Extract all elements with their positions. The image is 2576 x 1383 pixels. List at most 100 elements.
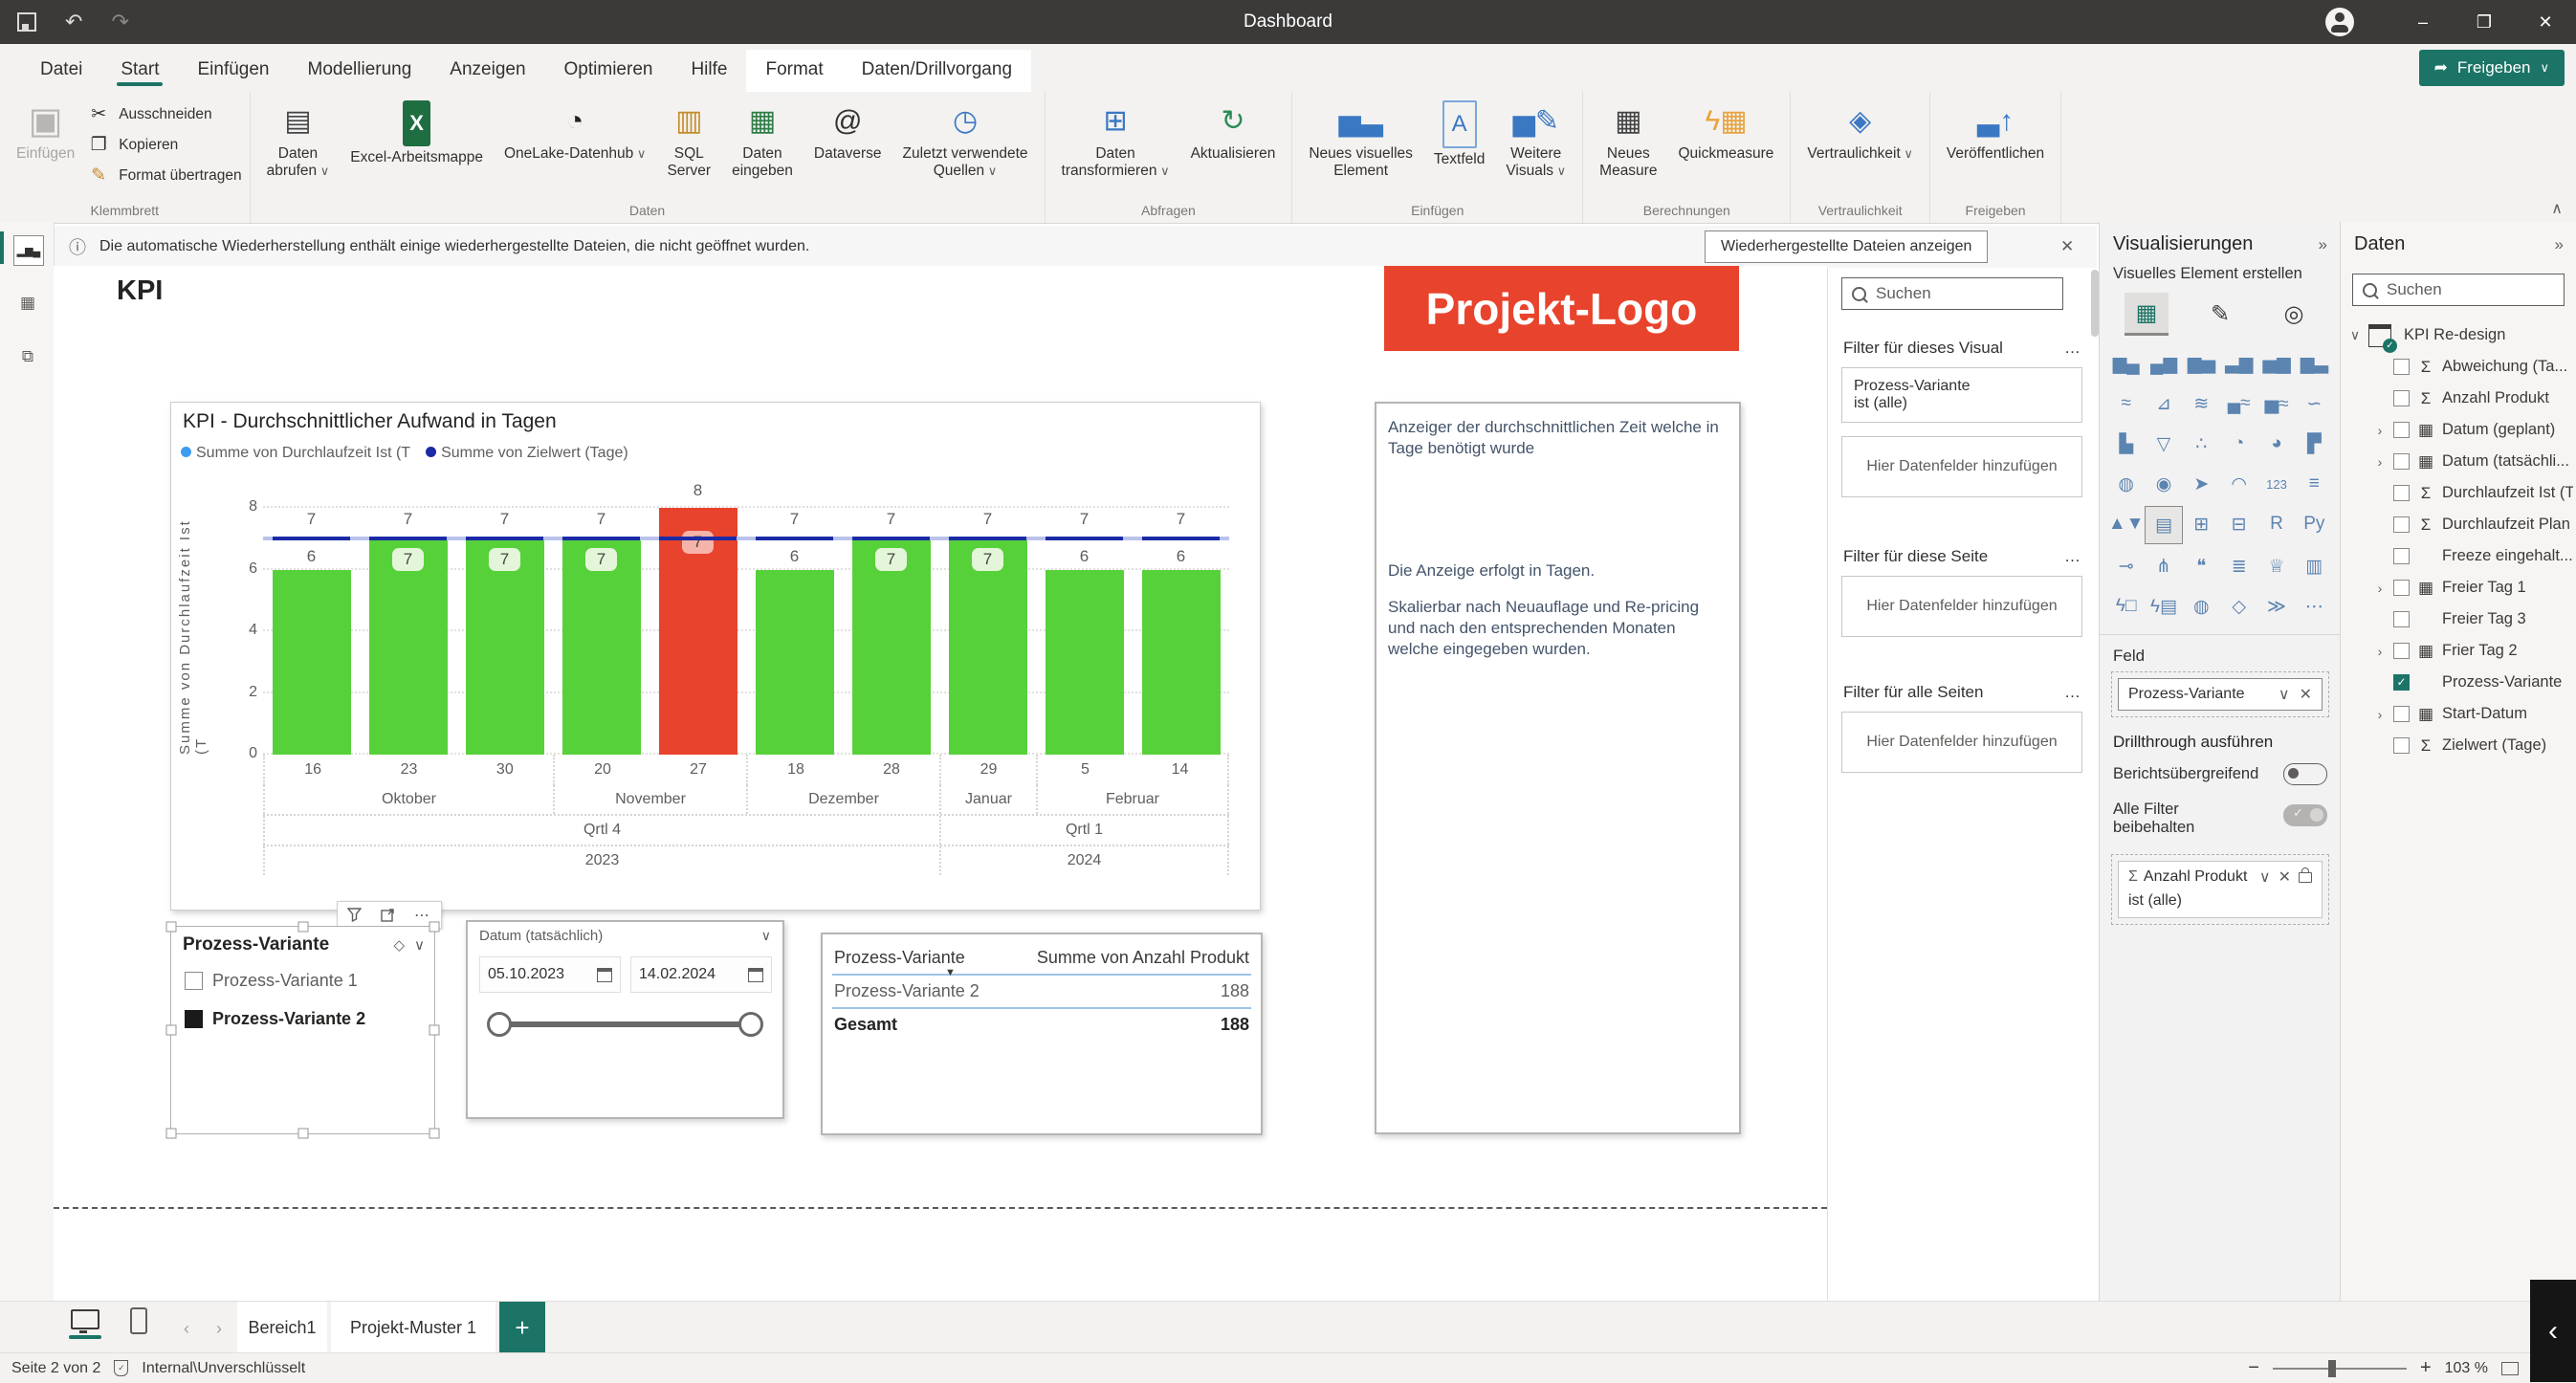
donut-chart-icon[interactable]: ◕ xyxy=(2257,426,2295,462)
canvas-scrollbar[interactable] xyxy=(2091,270,2099,337)
page-tab-projekt-muster-1[interactable]: Projekt-Muster 1 xyxy=(331,1302,495,1358)
collapsed-panel-corner[interactable]: ‹ xyxy=(2530,1280,2576,1382)
gauge-icon[interactable]: ◠ xyxy=(2220,466,2257,502)
chevron-right-icon[interactable]: › xyxy=(2373,644,2387,659)
keep-all-filters-toggle[interactable]: ✓ xyxy=(2283,804,2327,826)
build-visual-tab[interactable]: ▦ xyxy=(2125,293,2169,336)
data-view-icon[interactable]: ▦ xyxy=(13,289,42,318)
end-date-input[interactable]: 14.02.2024 xyxy=(630,956,772,993)
share-button[interactable]: ➦ Freigeben ∨ xyxy=(2419,50,2565,86)
field-checkbox[interactable] xyxy=(2393,422,2410,438)
pie-chart-icon[interactable]: ◔ xyxy=(2220,426,2257,462)
data-field-row[interactable]: ›▦Frier Tag 2 xyxy=(2348,635,2573,667)
enter-data-button[interactable]: ▦Dateneingeben xyxy=(723,98,802,184)
add-data-fields-dropzone[interactable]: Hier Datenfelder hinzufügen xyxy=(1841,436,2082,497)
restore-button[interactable]: ❐ xyxy=(2454,0,2515,44)
data-field-row[interactable]: ›▦Datum (geplant) xyxy=(2348,414,2573,446)
r-script-icon[interactable]: R xyxy=(2257,506,2295,542)
area-chart-icon[interactable]: ⊿ xyxy=(2145,385,2182,422)
new-page-button[interactable]: + xyxy=(499,1302,545,1353)
smart-narrative-icon[interactable]: ≣ xyxy=(2220,548,2257,584)
checkbox[interactable] xyxy=(185,972,203,990)
table-header[interactable]: Summe von Anzahl Produkt xyxy=(1037,948,1249,968)
fit-to-page-icon[interactable] xyxy=(2501,1362,2519,1375)
dataverse-button[interactable]: @Dataverse xyxy=(805,98,891,165)
arcgis-map-icon[interactable]: ◍ xyxy=(2183,588,2220,625)
format-visual-tab[interactable]: ✎ xyxy=(2198,295,2242,335)
recent-sources-button[interactable]: ◷Zuletzt verwendeteQuellen ∨ xyxy=(894,98,1037,184)
qa-visual-icon[interactable]: ❝ xyxy=(2183,548,2220,584)
range-start-handle[interactable] xyxy=(487,1012,512,1037)
add-data-fields-dropzone[interactable]: Hier Datenfelder hinzufügen xyxy=(1841,712,2082,773)
chevron-down-icon[interactable]: ∨ xyxy=(414,936,425,954)
mobile-layout-button[interactable] xyxy=(130,1307,147,1334)
field-checkbox[interactable] xyxy=(2393,706,2410,722)
selection-handle[interactable] xyxy=(166,922,177,933)
checkbox[interactable] xyxy=(185,1010,203,1028)
new-slicer-icon[interactable]: ϟ▤ xyxy=(2145,588,2182,625)
selection-handle[interactable] xyxy=(297,1129,308,1139)
chevron-right-icon[interactable]: › xyxy=(2373,581,2387,596)
dismiss-notification-icon[interactable]: ✕ xyxy=(2060,237,2074,256)
decomposition-tree-icon[interactable]: ⋔ xyxy=(2145,548,2182,584)
refresh-button[interactable]: ↻Aktualisieren xyxy=(1182,98,1285,165)
datum-slicer-visual[interactable]: Datum (tatsächlich) ∨ 05.10.2023 14.02.2… xyxy=(466,920,784,1119)
field-checkbox[interactable] xyxy=(2393,611,2410,627)
chevron-right-icon[interactable]: › xyxy=(2373,423,2387,438)
zoom-slider[interactable] xyxy=(2273,1368,2407,1370)
hundred-stacked-column-icon[interactable]: ▅▆ xyxy=(2257,345,2295,382)
menu-tab-anzeigen[interactable]: Anzeigen xyxy=(430,50,544,92)
add-data-fields-dropzone[interactable]: Hier Datenfelder hinzufügen xyxy=(1841,576,2082,637)
clustered-column-chart-icon[interactable]: ▃▆ xyxy=(2220,345,2257,382)
menu-tab-format[interactable]: Format xyxy=(746,50,842,92)
menu-tab-daten-drillvorgang[interactable]: Daten/Drillvorgang xyxy=(843,50,1031,92)
selection-handle[interactable] xyxy=(166,1025,177,1036)
menu-tab-einf-gen[interactable]: Einfügen xyxy=(178,50,288,92)
numeric-range-slicer-icon[interactable]: ⊸ xyxy=(2107,548,2145,584)
report-view-icon[interactable]: ▂▆▄ xyxy=(13,235,44,266)
field-checkbox[interactable] xyxy=(2393,390,2410,406)
chevron-down-icon[interactable]: ∨ xyxy=(2348,327,2362,343)
filter-card[interactable]: Prozess-Varianteist (alle) xyxy=(1841,367,2082,423)
stacked-area-chart-icon[interactable]: ≋ xyxy=(2183,385,2220,422)
selection-handle[interactable] xyxy=(429,922,440,933)
focus-mode-icon[interactable] xyxy=(381,908,395,922)
filled-map-icon[interactable]: ◉ xyxy=(2145,466,2182,502)
chart-bar[interactable] xyxy=(273,570,351,756)
data-field-row[interactable]: ΣDurchlaufzeit Plan xyxy=(2348,509,2573,540)
collapse-pane-icon[interactable]: » xyxy=(2555,235,2564,254)
metrics-icon[interactable]: ♕ xyxy=(2257,548,2295,584)
data-field-row[interactable]: ΣZielwert (Tage) xyxy=(2348,730,2573,761)
start-date-input[interactable]: 05.10.2023 xyxy=(479,956,621,993)
new-measure-button[interactable]: ▦NeuesMeasure xyxy=(1591,98,1665,184)
matrix-icon[interactable]: ⊟ xyxy=(2220,506,2257,542)
filter-icon[interactable] xyxy=(347,908,362,922)
menu-tab-hilfe[interactable]: Hilfe xyxy=(672,50,746,92)
next-page-icon[interactable]: › xyxy=(216,1319,222,1339)
azure-map-icon[interactable]: ➤ xyxy=(2183,466,2220,502)
kpi-bar-chart-visual[interactable]: KPI - Durchschnittlicher Aufwand in Tage… xyxy=(170,402,1261,911)
multi-row-card-icon[interactable]: ≡ xyxy=(2296,466,2333,502)
data-field-row[interactable]: ΣDurchlaufzeit Ist (T xyxy=(2348,477,2573,509)
selection-handle[interactable] xyxy=(166,1129,177,1139)
text-box-button[interactable]: ATextfeld xyxy=(1425,98,1493,171)
filter-search-input[interactable]: Suchen xyxy=(1841,277,2063,310)
chevron-down-icon[interactable]: ∨ xyxy=(761,928,771,944)
copy-button[interactable]: ❐Kopieren xyxy=(87,134,241,156)
python-visual-icon[interactable]: Py xyxy=(2296,506,2333,542)
minimize-button[interactable]: – xyxy=(2392,0,2454,44)
clustered-bar-chart-icon[interactable]: ▆▃ xyxy=(2296,345,2333,382)
slicer-icon[interactable]: ▤ xyxy=(2145,506,2182,544)
data-field-row[interactable]: ΣAnzahl Produkt xyxy=(2348,383,2573,414)
slicer-option[interactable]: Prozess-Variante 1 xyxy=(185,971,358,991)
publish-button[interactable]: ▃↑Veröffentlichen xyxy=(1938,98,2053,165)
more-options-icon[interactable]: … xyxy=(2064,683,2081,702)
data-field-row[interactable]: ✓Prozess-Variante xyxy=(2348,667,2573,698)
prozess-variante-slicer-visual[interactable]: Prozess-Variante ◇ ∨ Prozess-Variante 1P… xyxy=(170,926,435,1134)
selection-handle[interactable] xyxy=(429,1025,440,1036)
data-field-row[interactable]: ΣAbweichung (Ta... xyxy=(2348,351,2573,383)
get-data-button[interactable]: ▤Datenabrufen ∨ xyxy=(258,98,339,184)
new-card-icon[interactable]: ϟ□ xyxy=(2107,588,2145,625)
chart-bar[interactable] xyxy=(1046,570,1124,756)
model-view-icon[interactable]: ⧉ xyxy=(13,342,42,371)
